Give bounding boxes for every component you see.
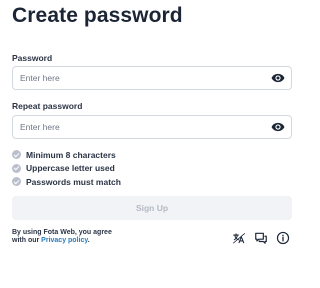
check-circle-icon bbox=[12, 163, 21, 173]
terms-suffix: . bbox=[87, 237, 90, 244]
repeat-password-input[interactable] bbox=[13, 116, 263, 138]
requirement-text: Minimum 8 characters bbox=[26, 149, 116, 160]
terms-line1: By using Fota Web, you agree bbox=[12, 229, 112, 236]
check-circle-icon bbox=[12, 177, 21, 187]
eye-icon[interactable] bbox=[271, 72, 285, 84]
feedback-icon[interactable] bbox=[254, 231, 268, 245]
language-icon[interactable] bbox=[232, 231, 246, 245]
requirement-item: Minimum 8 characters bbox=[12, 148, 121, 162]
terms-prefix: with our bbox=[12, 237, 42, 244]
info-icon[interactable] bbox=[276, 231, 290, 245]
terms-text: By using Fota Web, you agree with our Pr… bbox=[12, 229, 132, 245]
requirement-text: Uppercase letter used bbox=[26, 163, 115, 174]
password-field-container bbox=[12, 66, 292, 90]
sign-up-button[interactable]: Sign Up bbox=[12, 196, 292, 220]
requirement-text: Passwords must match bbox=[26, 176, 121, 187]
password-input[interactable] bbox=[13, 67, 263, 89]
password-requirements: Minimum 8 characters Uppercase letter us… bbox=[12, 148, 121, 189]
repeat-password-field-container bbox=[12, 115, 292, 139]
repeat-password-label: Repeat password bbox=[12, 101, 83, 111]
requirement-item: Passwords must match bbox=[12, 175, 121, 189]
eye-icon[interactable] bbox=[271, 121, 285, 133]
check-circle-icon bbox=[12, 150, 21, 160]
footer-icons bbox=[232, 231, 290, 245]
page-title: Create password bbox=[12, 4, 183, 27]
requirement-item: Uppercase letter used bbox=[12, 162, 121, 176]
privacy-policy-link[interactable]: Privacy policy bbox=[41, 237, 88, 244]
password-label: Password bbox=[12, 53, 53, 63]
